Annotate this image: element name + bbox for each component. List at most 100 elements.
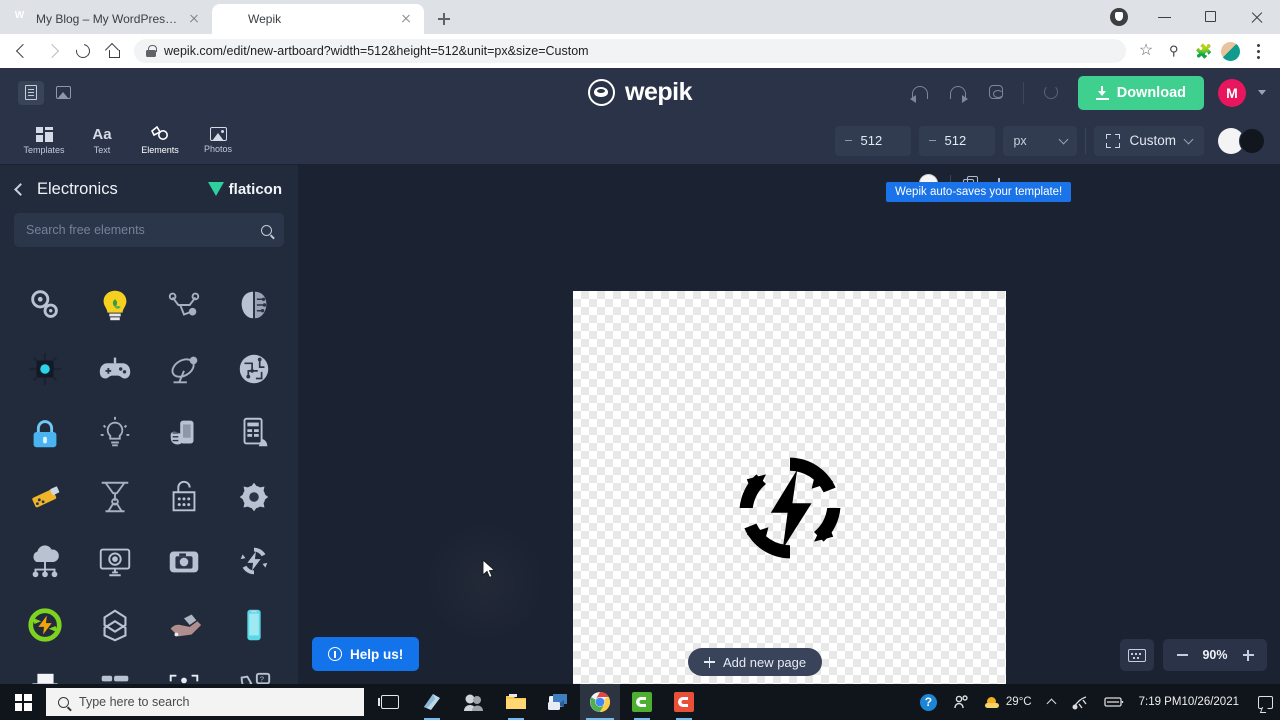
element-item[interactable] bbox=[219, 273, 289, 337]
chrome-browser-icon[interactable] bbox=[580, 684, 620, 720]
element-item[interactable] bbox=[10, 273, 80, 337]
chevron-down-icon[interactable] bbox=[1258, 90, 1266, 95]
element-item[interactable] bbox=[219, 529, 289, 593]
height-input[interactable]: 512 bbox=[919, 125, 996, 156]
back-arrow-icon[interactable] bbox=[8, 36, 38, 66]
edge-browser-icon[interactable] bbox=[412, 684, 452, 720]
people-icon[interactable] bbox=[454, 684, 494, 720]
mail-store-icon[interactable] bbox=[538, 684, 578, 720]
reload-icon[interactable] bbox=[68, 36, 98, 66]
task-view-icon[interactable] bbox=[370, 684, 410, 720]
redo-icon[interactable] bbox=[941, 76, 975, 110]
unit-select[interactable]: px bbox=[1003, 125, 1078, 156]
element-item[interactable] bbox=[80, 401, 150, 465]
help-us-button[interactable]: Help us! bbox=[312, 637, 420, 671]
element-item[interactable] bbox=[80, 273, 150, 337]
chevron-left-icon[interactable] bbox=[14, 182, 27, 196]
clock[interactable]: 7:19 PM 10/26/2021 bbox=[1133, 684, 1249, 720]
chrome-menu-icon[interactable] bbox=[1244, 37, 1272, 65]
wepik-header: wepik Download M bbox=[0, 68, 1280, 117]
battery-icon[interactable] bbox=[1097, 684, 1131, 720]
start-button[interactable] bbox=[0, 684, 46, 720]
element-item[interactable] bbox=[150, 273, 220, 337]
height-icon bbox=[929, 139, 937, 142]
element-item[interactable] bbox=[219, 593, 289, 657]
black-swatch[interactable] bbox=[1239, 127, 1265, 154]
element-item[interactable] bbox=[219, 401, 289, 465]
close-icon[interactable] bbox=[186, 11, 202, 27]
profile-avatar-icon[interactable] bbox=[1216, 37, 1244, 65]
element-item[interactable] bbox=[10, 337, 80, 401]
people-share-icon[interactable] bbox=[946, 684, 976, 720]
tab-photos[interactable]: Photos bbox=[190, 118, 246, 164]
element-item[interactable] bbox=[150, 529, 220, 593]
close-icon[interactable] bbox=[1234, 0, 1280, 34]
weather-widget[interactable]: 29°C bbox=[978, 684, 1039, 720]
maximize-icon[interactable] bbox=[1188, 0, 1234, 34]
element-item[interactable] bbox=[219, 465, 289, 529]
element-item[interactable] bbox=[80, 465, 150, 529]
zoom-in-button[interactable] bbox=[1236, 642, 1260, 668]
element-item[interactable] bbox=[150, 337, 220, 401]
undo-icon[interactable] bbox=[903, 76, 937, 110]
element-item[interactable] bbox=[80, 657, 150, 684]
color-swatches[interactable] bbox=[1218, 127, 1266, 154]
address-bar[interactable]: wepik.com/edit/new-artboard?width=512&he… bbox=[134, 39, 1126, 63]
taskbar-search[interactable]: Type here to search bbox=[46, 688, 364, 716]
element-item[interactable] bbox=[10, 593, 80, 657]
tab-templates[interactable]: Templates bbox=[16, 118, 72, 164]
chevron-up-icon[interactable] bbox=[1041, 684, 1062, 720]
help-circle-icon[interactable]: ? bbox=[913, 684, 944, 720]
element-item[interactable] bbox=[219, 337, 289, 401]
size-preset-select[interactable]: Custom bbox=[1094, 125, 1204, 156]
element-item[interactable] bbox=[10, 529, 80, 593]
chevron-down-icon bbox=[1183, 134, 1194, 144]
search-input[interactable] bbox=[14, 213, 284, 247]
camtasia-red-icon[interactable] bbox=[664, 684, 704, 720]
download-button[interactable]: Download bbox=[1077, 75, 1204, 110]
notification-icon[interactable] bbox=[1251, 684, 1280, 720]
bookmark-star-icon[interactable]: ☆ bbox=[1132, 37, 1160, 65]
element-item[interactable] bbox=[150, 401, 220, 465]
element-item[interactable] bbox=[10, 401, 80, 465]
element-item[interactable] bbox=[80, 593, 150, 657]
avatar[interactable]: M bbox=[1218, 78, 1246, 107]
sun-icon bbox=[984, 696, 999, 708]
element-item[interactable] bbox=[150, 465, 220, 529]
power-recycle-artwork[interactable] bbox=[730, 448, 850, 568]
search-field[interactable] bbox=[26, 223, 261, 237]
tab-elements[interactable]: Elements bbox=[132, 118, 188, 164]
forward-arrow-icon[interactable] bbox=[38, 36, 68, 66]
network-icon[interactable] bbox=[1064, 684, 1095, 720]
profile-shield-icon[interactable] bbox=[1096, 0, 1142, 34]
search-icon[interactable] bbox=[261, 224, 272, 236]
keyboard-shortcuts-button[interactable] bbox=[1120, 639, 1154, 671]
minimize-icon[interactable] bbox=[1142, 0, 1188, 34]
browser-tab-1[interactable]: My Blog – My WordPress Blog bbox=[0, 4, 212, 34]
tab-text[interactable]: Aa Text bbox=[74, 118, 130, 164]
element-item[interactable] bbox=[150, 657, 220, 684]
camtasia-green-icon[interactable] bbox=[622, 684, 662, 720]
zoom-out-button[interactable] bbox=[1170, 642, 1194, 668]
element-item[interactable] bbox=[80, 529, 150, 593]
element-item[interactable] bbox=[10, 465, 80, 529]
image-icon[interactable] bbox=[50, 81, 76, 105]
eyedropper-icon[interactable]: ⚲ bbox=[1160, 37, 1188, 65]
element-item[interactable]: ? bbox=[219, 657, 289, 684]
wepik-logo: wepik bbox=[588, 78, 692, 107]
browser-tab-2[interactable]: Wepik bbox=[212, 4, 424, 34]
add-page-label: Add new page bbox=[723, 654, 807, 670]
extensions-puzzle-icon[interactable]: 🧩 bbox=[1188, 37, 1216, 65]
element-item[interactable] bbox=[80, 337, 150, 401]
add-new-page-button[interactable]: Add new page bbox=[688, 648, 823, 676]
close-icon[interactable] bbox=[398, 11, 414, 27]
element-item[interactable] bbox=[150, 593, 220, 657]
element-item[interactable] bbox=[10, 657, 80, 684]
file-explorer-icon[interactable] bbox=[496, 684, 536, 720]
info-icon bbox=[328, 647, 342, 661]
sync-icon[interactable] bbox=[979, 76, 1013, 110]
new-tab-button[interactable] bbox=[430, 5, 458, 33]
home-icon[interactable] bbox=[98, 36, 128, 66]
document-icon[interactable] bbox=[18, 80, 44, 105]
width-input[interactable]: 512 bbox=[835, 125, 912, 156]
